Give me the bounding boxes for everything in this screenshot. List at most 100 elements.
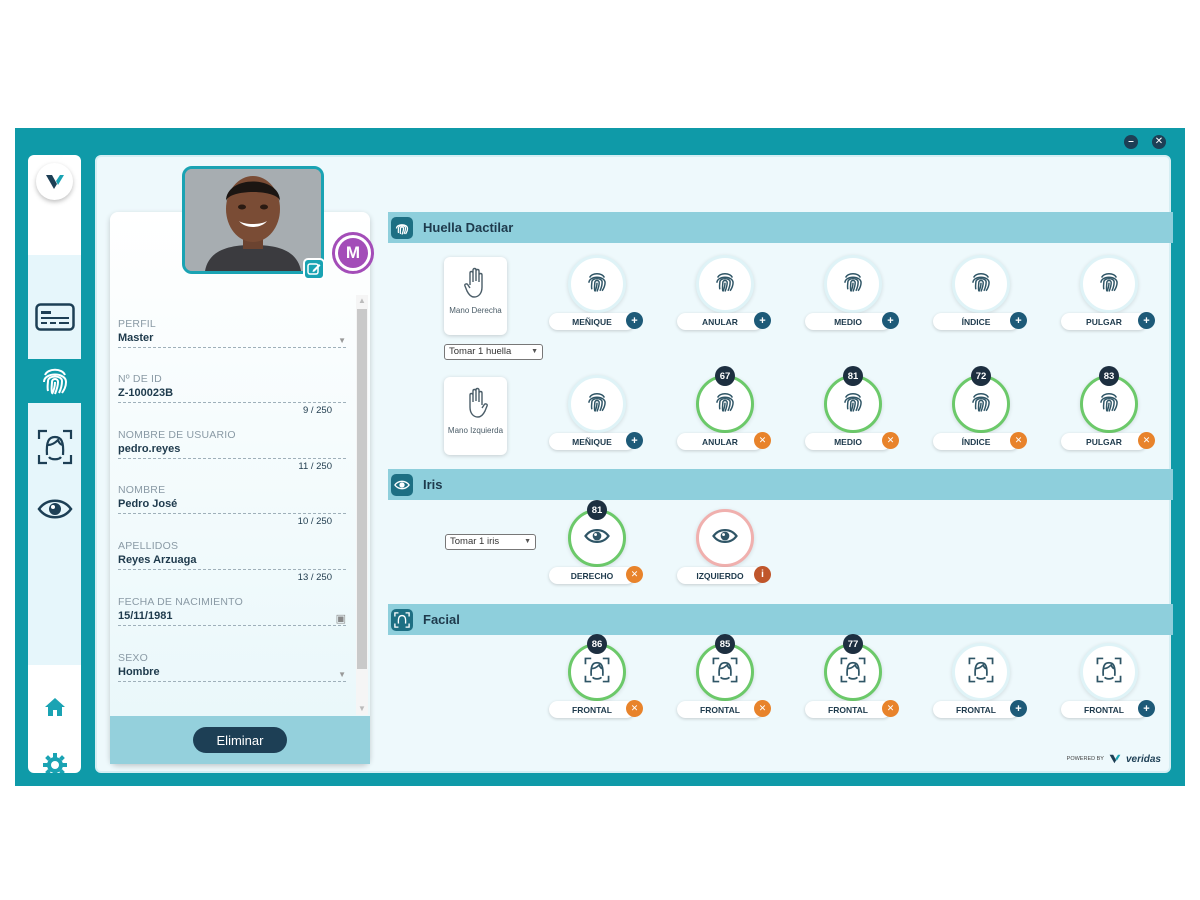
- sex-select[interactable]: Hombre: [118, 666, 346, 682]
- scroll-down-arrow-icon[interactable]: ▼: [356, 703, 368, 715]
- biometric-capture[interactable]: 83 PULGAR ✕: [1061, 366, 1157, 450]
- dropdown-caret-icon: ▼: [338, 336, 346, 345]
- delete-button[interactable]: Eliminar: [193, 727, 287, 753]
- scroll-up-arrow-icon[interactable]: ▲: [356, 295, 368, 307]
- quality-score-badge: 77: [843, 634, 863, 654]
- remove-icon[interactable]: ✕: [882, 432, 899, 449]
- sidebar-item-id-card[interactable]: [28, 295, 81, 339]
- profile-field-perfil[interactable]: PERFIL Master ▼: [118, 318, 346, 348]
- remove-icon[interactable]: ✕: [626, 566, 643, 583]
- biometric-capture[interactable]: MEÑIQUE +: [549, 375, 645, 450]
- biometric-capture[interactable]: MEDIO +: [805, 255, 901, 330]
- profile-field-surname[interactable]: APELLIDOS Reyes Arzuaga 13 / 250: [118, 540, 346, 583]
- iris-capture-select[interactable]: Tomar 1 iris ▼: [445, 534, 536, 550]
- add-icon[interactable]: +: [626, 312, 643, 329]
- field-label: NOMBRE: [118, 484, 166, 496]
- profile-scrollbar-thumb[interactable]: [357, 309, 367, 669]
- calendar-icon[interactable]: ▣: [336, 612, 346, 625]
- info-icon[interactable]: i: [754, 566, 771, 583]
- capture-circle[interactable]: [952, 255, 1010, 313]
- capture-circle[interactable]: [824, 255, 882, 313]
- remove-icon[interactable]: ✕: [626, 700, 643, 717]
- biometric-capture[interactable]: ANULAR +: [677, 255, 773, 330]
- capture-label: IZQUIERDO: [677, 567, 763, 584]
- capture-circle[interactable]: [696, 255, 754, 313]
- capture-label: FRONTAL: [805, 701, 891, 718]
- biometric-capture[interactable]: 72 ÍNDICE ✕: [933, 366, 1029, 450]
- add-icon[interactable]: +: [754, 312, 771, 329]
- add-icon[interactable]: +: [626, 432, 643, 449]
- home-icon: [44, 698, 65, 716]
- perfil-select[interactable]: Master: [118, 332, 346, 348]
- biometric-capture[interactable]: ÍNDICE +: [933, 255, 1029, 330]
- add-icon[interactable]: +: [882, 312, 899, 329]
- surname-input[interactable]: Reyes Arzuaga: [118, 554, 346, 570]
- section-header-fingerprint: Huella Dactilar: [388, 212, 1173, 243]
- biometric-capture[interactable]: 86 FRONTAL ✕: [549, 634, 645, 718]
- field-label: FECHA DE NACIMIENTO: [118, 596, 243, 608]
- capture-label: ÍNDICE: [933, 313, 1019, 330]
- add-icon[interactable]: +: [1138, 700, 1155, 717]
- add-icon[interactable]: +: [1010, 312, 1027, 329]
- biometric-capture[interactable]: 81 DERECHO ✕: [549, 500, 645, 584]
- char-counter: 9 / 250: [302, 405, 332, 416]
- profile-field-username[interactable]: NOMBRE DE USUARIO pedro.reyes 11 / 250: [118, 429, 346, 472]
- remove-icon[interactable]: ✕: [754, 432, 771, 449]
- biometric-capture[interactable]: 85 FRONTAL ✕: [677, 634, 773, 718]
- username-input[interactable]: pedro.reyes: [118, 443, 346, 459]
- capture-circle[interactable]: [568, 375, 626, 433]
- capture-circle[interactable]: [1080, 643, 1138, 701]
- name-input[interactable]: Pedro José: [118, 498, 346, 514]
- biometric-capture[interactable]: PULGAR +: [1061, 255, 1157, 330]
- edit-photo-button[interactable]: [303, 258, 325, 280]
- capture-circle[interactable]: [696, 509, 754, 567]
- settings-button[interactable]: [28, 743, 81, 773]
- capture-label: DERECHO: [549, 567, 635, 584]
- sidebar-item-face[interactable]: [28, 425, 81, 469]
- biometric-capture[interactable]: 81 MEDIO ✕: [805, 366, 901, 450]
- field-label: SEXO: [118, 652, 148, 664]
- fingerprint-icon: [970, 270, 992, 299]
- quality-score-badge: 85: [715, 634, 735, 654]
- fingerprint-capture-select[interactable]: Tomar 1 huella ▼: [444, 344, 543, 360]
- capture-label: PULGAR: [1061, 313, 1147, 330]
- sidebar-item-fingerprint[interactable]: [28, 359, 81, 403]
- capture-circle[interactable]: [952, 643, 1010, 701]
- biometric-capture[interactable]: FRONTAL +: [1061, 643, 1157, 718]
- face-scan-icon: [968, 657, 994, 688]
- app-logo: [36, 163, 73, 200]
- add-icon[interactable]: +: [1138, 312, 1155, 329]
- close-button[interactable]: ✕: [1152, 135, 1166, 149]
- biometric-capture[interactable]: IZQUIERDO i: [677, 509, 773, 584]
- left-hand-icon: [468, 387, 488, 418]
- profile-field-name[interactable]: NOMBRE Pedro José 10 / 250: [118, 484, 346, 527]
- profile-field-sex[interactable]: SEXO Hombre ▼: [118, 652, 346, 682]
- remove-icon[interactable]: ✕: [754, 700, 771, 717]
- quality-score-badge: 72: [971, 366, 991, 386]
- birthdate-input[interactable]: 15/11/1981: [118, 610, 346, 626]
- profile-field-id[interactable]: Nº DE ID Z-100023B 9 / 250: [118, 373, 346, 416]
- sidebar: [28, 155, 81, 773]
- id-input[interactable]: Z-100023B: [118, 387, 346, 403]
- profile-field-birthdate[interactable]: FECHA DE NACIMIENTO 15/11/1981 ▣: [118, 596, 346, 626]
- minimize-button[interactable]: –: [1124, 135, 1138, 149]
- char-counter: 10 / 250: [297, 516, 332, 527]
- biometric-capture[interactable]: 77 FRONTAL ✕: [805, 634, 901, 718]
- fingerprint-icon: [714, 390, 736, 419]
- add-icon[interactable]: +: [1010, 700, 1027, 717]
- capture-circle[interactable]: [1080, 255, 1138, 313]
- capture-label: FRONTAL: [549, 701, 635, 718]
- remove-icon[interactable]: ✕: [882, 700, 899, 717]
- biometric-capture[interactable]: FRONTAL +: [933, 643, 1029, 718]
- capture-circle[interactable]: [568, 255, 626, 313]
- powered-by: POWERED BY veridas: [1067, 753, 1161, 765]
- sidebar-item-iris[interactable]: [28, 487, 81, 531]
- field-label: Nº DE ID: [118, 373, 162, 385]
- remove-icon[interactable]: ✕: [1010, 432, 1027, 449]
- biometric-capture[interactable]: MEÑIQUE +: [549, 255, 645, 330]
- face-scan-icon: [712, 657, 738, 688]
- biometric-capture[interactable]: 67 ANULAR ✕: [677, 366, 773, 450]
- eye-icon: [391, 473, 413, 496]
- remove-icon[interactable]: ✕: [1138, 432, 1155, 449]
- home-button[interactable]: [28, 685, 81, 729]
